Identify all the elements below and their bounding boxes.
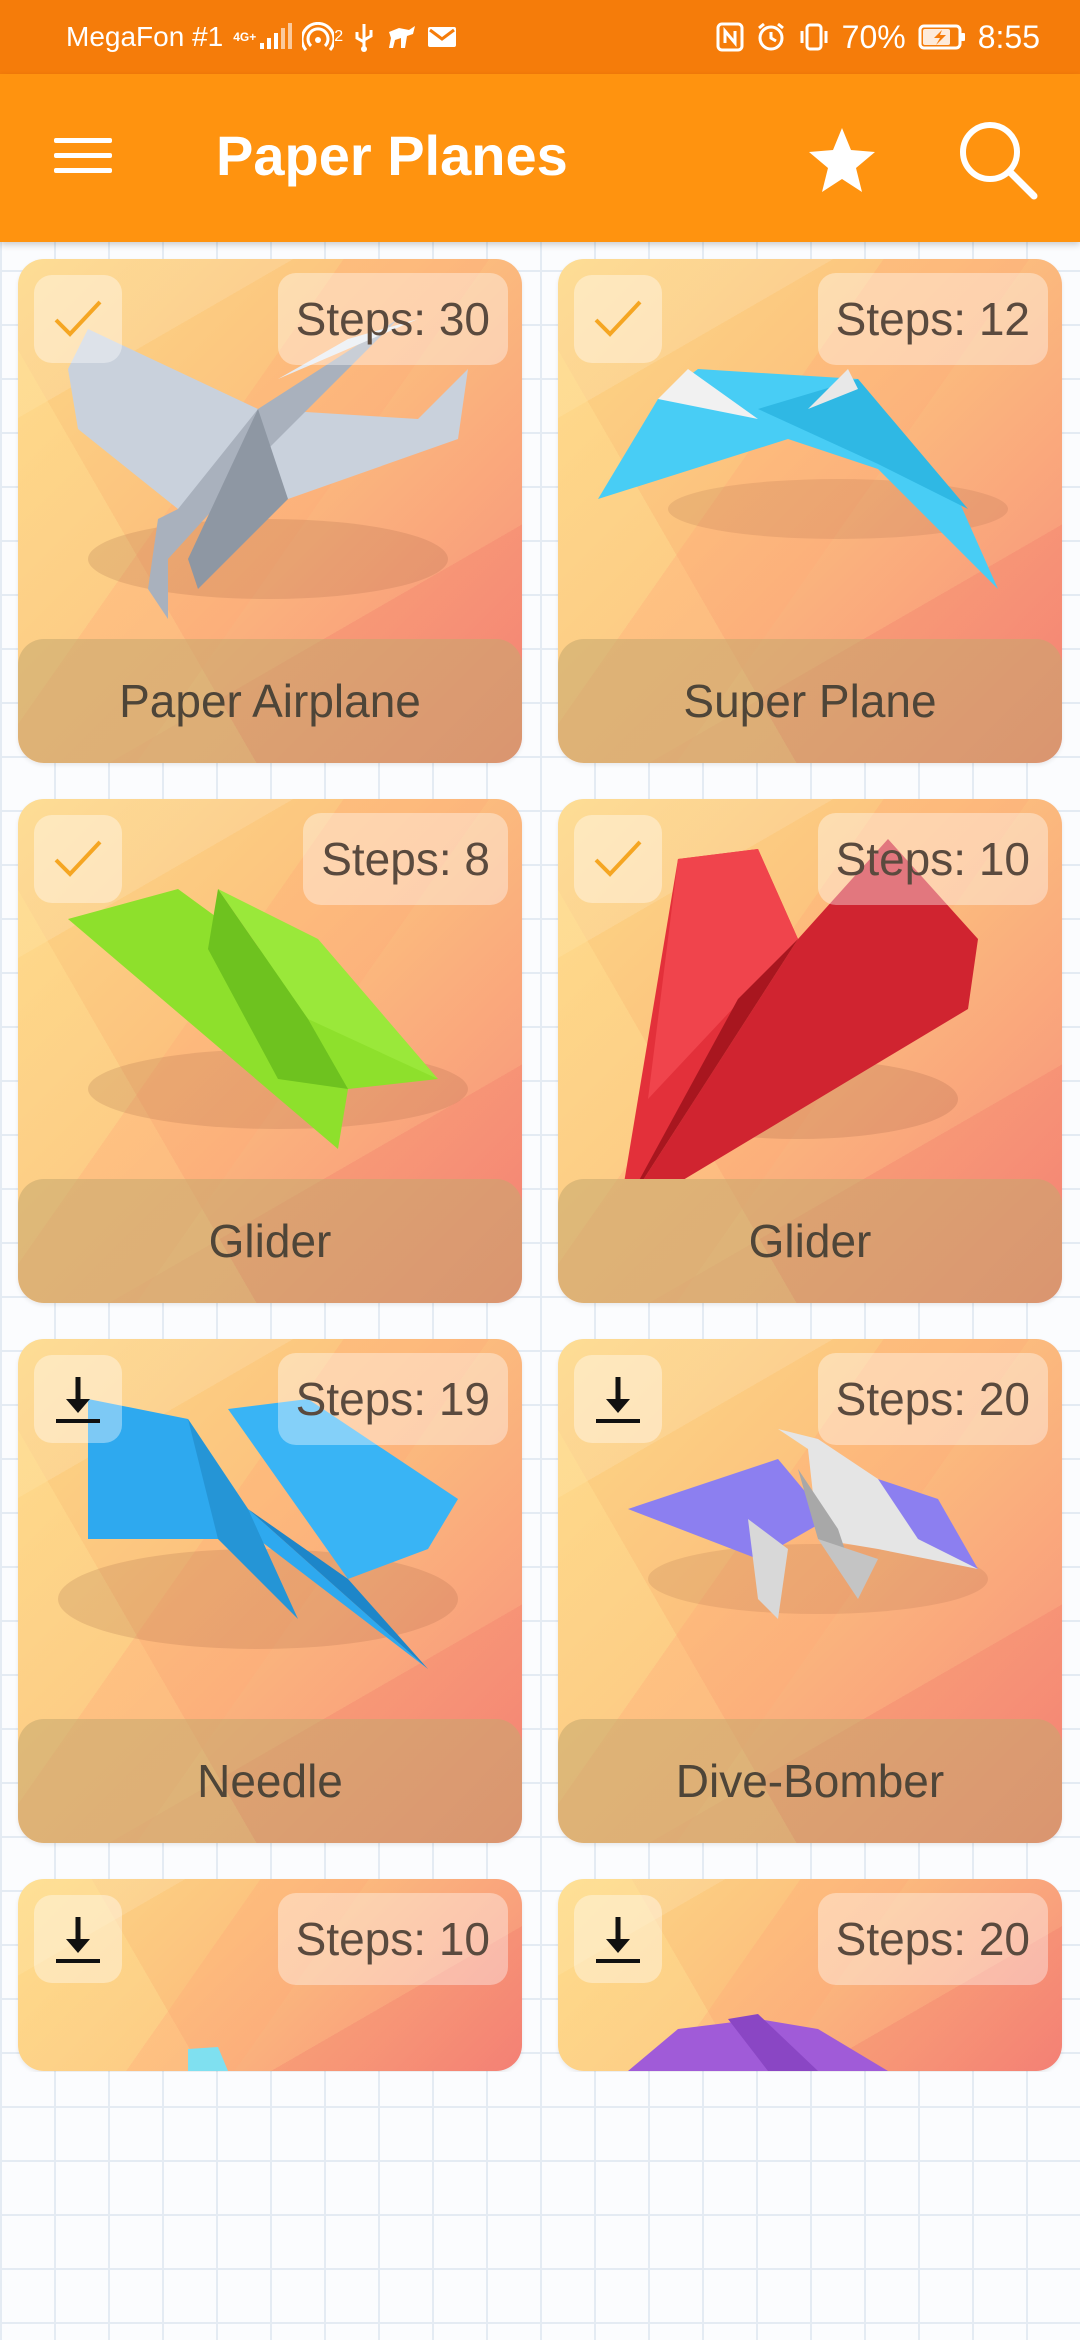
status-indicator	[574, 1355, 662, 1443]
steps-badge: Steps: 8	[303, 813, 508, 905]
signal-icon: 4G+	[233, 23, 293, 51]
status-bar-right: 70% 8:55	[716, 19, 1040, 56]
checkmark-icon	[54, 300, 102, 337]
app-notification-icon	[385, 22, 417, 52]
battery-charging-icon	[918, 23, 966, 51]
status-indicator	[574, 815, 662, 903]
mail-icon	[427, 25, 457, 49]
star-icon	[809, 128, 875, 192]
steps-badge: Steps: 10	[277, 1893, 508, 1985]
plane-name: Super Plane	[558, 639, 1062, 763]
status-indicator	[34, 815, 122, 903]
plane-card[interactable]: Steps: 10	[18, 1879, 522, 2071]
download-icon	[56, 1377, 100, 1423]
network-type: 4G+	[233, 30, 257, 44]
alarm-icon	[756, 22, 786, 52]
plane-card[interactable]: Steps: 8 Glider	[18, 799, 522, 1303]
download-icon	[596, 1917, 640, 1963]
status-indicator	[34, 1355, 122, 1443]
plane-card[interactable]: Steps: 20	[558, 1879, 1062, 2071]
nfc-icon	[716, 22, 744, 52]
download-icon	[56, 1917, 100, 1963]
steps-badge: Steps: 19	[277, 1353, 508, 1445]
hotspot-count: 2	[334, 28, 344, 45]
status-indicator	[574, 1895, 662, 1983]
status-bar: MegaFon #1 4G+ 2 70% 8:55	[0, 0, 1080, 74]
carrier-name: MegaFon #1	[66, 21, 224, 52]
steps-badge: Steps: 20	[817, 1893, 1048, 1985]
plane-grid: Steps: 30 Paper Airplane Steps: 12 Super…	[0, 242, 1080, 2072]
app-bar: Paper Planes	[0, 74, 1080, 242]
search-icon	[960, 122, 1038, 200]
usb-icon	[353, 22, 375, 52]
plane-card[interactable]: Steps: 10 Glider	[558, 799, 1062, 1303]
checkmark-icon	[594, 300, 642, 337]
battery-percentage: 70%	[841, 18, 906, 55]
plane-name: Glider	[18, 1179, 522, 1303]
hotspot-icon: 2	[302, 22, 343, 52]
checkmark-icon	[594, 840, 642, 877]
steps-badge: Steps: 20	[817, 1353, 1048, 1445]
plane-card[interactable]: Steps: 30 Paper Airplane	[18, 259, 522, 763]
plane-name: Dive-Bomber	[558, 1719, 1062, 1843]
search-button[interactable]	[952, 114, 1042, 204]
status-indicator	[574, 275, 662, 363]
page-title: Paper Planes	[216, 124, 568, 187]
steps-badge: Steps: 10	[817, 813, 1048, 905]
clock: 8:55	[977, 18, 1040, 55]
plane-name: Paper Airplane	[18, 639, 522, 763]
plane-card[interactable]: Steps: 20 Dive-Bomber	[558, 1339, 1062, 1843]
steps-badge: Steps: 30	[277, 273, 508, 365]
vibrate-icon	[798, 22, 830, 52]
favorites-button[interactable]	[800, 118, 884, 202]
plane-name: Needle	[18, 1719, 522, 1843]
checkmark-icon	[54, 840, 102, 877]
steps-badge: Steps: 12	[817, 273, 1048, 365]
plane-card[interactable]: Steps: 12 Super Plane	[558, 259, 1062, 763]
status-indicator	[34, 1895, 122, 1983]
menu-button[interactable]	[46, 124, 120, 188]
plane-name: Glider	[558, 1179, 1062, 1303]
download-icon	[596, 1377, 640, 1423]
plane-card[interactable]: Steps: 19 Needle	[18, 1339, 522, 1843]
status-bar-left: MegaFon #1 4G+ 2	[66, 21, 457, 53]
hamburger-menu-icon	[54, 138, 112, 173]
status-indicator	[34, 275, 122, 363]
